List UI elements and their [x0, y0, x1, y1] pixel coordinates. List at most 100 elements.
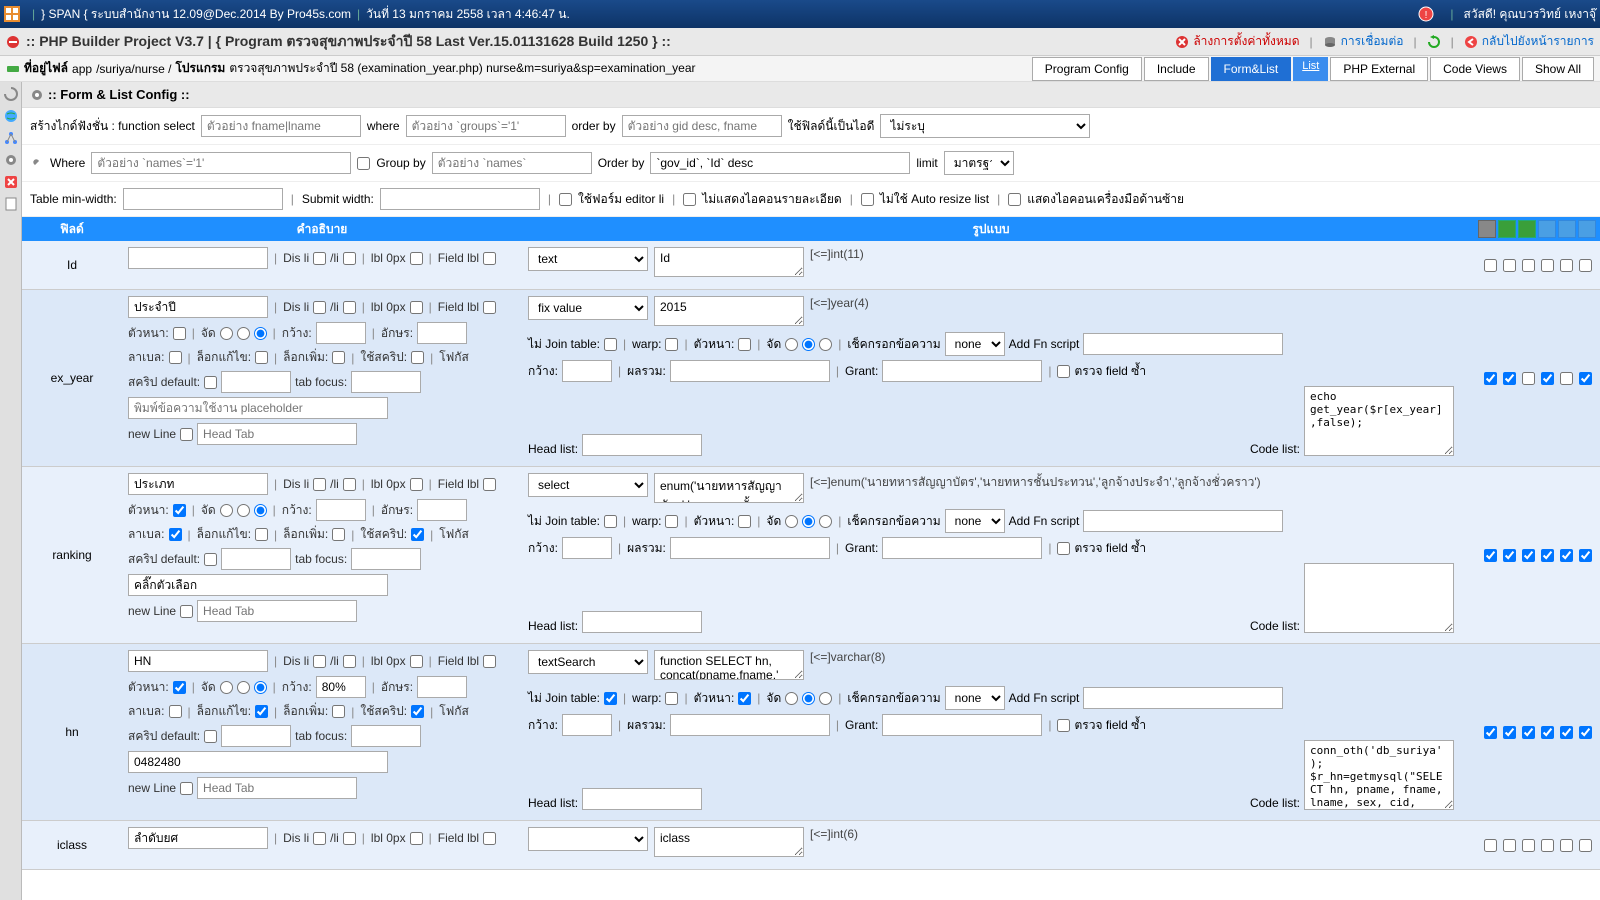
lockadd-check[interactable] [332, 528, 345, 541]
width2-input[interactable] [562, 360, 612, 382]
fieldlbl-check[interactable] [483, 478, 496, 491]
fieldlbl-check[interactable] [483, 832, 496, 845]
sum-input[interactable] [670, 360, 830, 382]
tab-include[interactable]: Include [1144, 57, 1209, 81]
nojoin-check[interactable] [604, 692, 617, 705]
row-check-2[interactable] [1522, 726, 1535, 739]
row-check-2[interactable] [1522, 259, 1535, 272]
back-link[interactable]: กลับไปยังหน้ารายการ [1482, 32, 1594, 51]
align2-left-radio[interactable] [785, 692, 798, 705]
width-input[interactable] [316, 676, 366, 698]
nojoin-check[interactable] [604, 515, 617, 528]
tabfocus-input[interactable] [351, 548, 421, 570]
header-copy-icon[interactable] [1558, 220, 1576, 238]
li-check[interactable] [343, 301, 356, 314]
desc-input[interactable] [128, 650, 268, 672]
disli-check[interactable] [313, 832, 326, 845]
align2-center-radio[interactable] [802, 692, 815, 705]
width-input[interactable] [316, 499, 366, 521]
disli-check[interactable] [313, 252, 326, 265]
label-check[interactable] [169, 351, 182, 364]
addfn-input[interactable] [1083, 510, 1283, 532]
lockadd-check[interactable] [332, 351, 345, 364]
tab-form-list[interactable]: Form&List [1211, 57, 1292, 81]
row-check-1[interactable] [1503, 726, 1516, 739]
align-right-radio[interactable] [254, 681, 267, 694]
type-select[interactable]: select [528, 473, 648, 497]
align2-center-radio[interactable] [802, 338, 815, 351]
header-tool-icon[interactable] [1478, 220, 1496, 238]
groupby-input[interactable] [432, 152, 592, 174]
checkdup-check[interactable] [1057, 542, 1070, 555]
align2-center-radio[interactable] [802, 515, 815, 528]
tabfocus-input[interactable] [351, 725, 421, 747]
placeholder-input[interactable] [128, 397, 388, 419]
bold2-check[interactable] [738, 515, 751, 528]
newline-check[interactable] [180, 605, 193, 618]
align-left-radio[interactable] [220, 504, 233, 517]
scriptdef-check[interactable] [204, 730, 217, 743]
db-icon[interactable] [1323, 35, 1337, 49]
header-list-icon[interactable] [1538, 220, 1556, 238]
refresh-icon[interactable] [1427, 35, 1441, 49]
row-check-1[interactable] [1503, 549, 1516, 562]
grant-input[interactable] [882, 360, 1042, 382]
script-check[interactable] [411, 351, 424, 364]
bold-check[interactable] [173, 327, 186, 340]
stop-icon[interactable] [6, 35, 20, 49]
row-check-0[interactable] [1484, 726, 1497, 739]
field-textarea[interactable]: Id [654, 247, 804, 277]
row-check-0[interactable] [1484, 839, 1497, 852]
align2-right-radio[interactable] [819, 338, 832, 351]
align2-left-radio[interactable] [785, 515, 798, 528]
li-check[interactable] [343, 252, 356, 265]
header-edit-icon[interactable] [1518, 220, 1536, 238]
header-doc-icon[interactable] [1578, 220, 1596, 238]
align-left-radio[interactable] [220, 327, 233, 340]
lockedit-check[interactable] [255, 351, 268, 364]
codelist-textarea[interactable] [1304, 563, 1454, 633]
desc-input[interactable] [128, 827, 268, 849]
row-check-4[interactable] [1560, 839, 1573, 852]
field-textarea[interactable]: 2015 [654, 296, 804, 326]
placeholder-input[interactable] [128, 751, 388, 773]
editor-li-check[interactable] [559, 193, 572, 206]
align2-left-radio[interactable] [785, 338, 798, 351]
fieldlbl-check[interactable] [483, 655, 496, 668]
header-add-icon[interactable] [1498, 220, 1516, 238]
row-check-4[interactable] [1560, 372, 1573, 385]
placeholder-input[interactable] [128, 574, 388, 596]
row-check-1[interactable] [1503, 372, 1516, 385]
row-check-3[interactable] [1541, 726, 1554, 739]
fn-select-input[interactable] [201, 115, 361, 137]
disli-check[interactable] [313, 478, 326, 491]
script-check[interactable] [411, 528, 424, 541]
cancel-icon[interactable] [1175, 35, 1189, 49]
row-check-1[interactable] [1503, 839, 1516, 852]
warp-check[interactable] [665, 692, 678, 705]
alert-icon[interactable]: ! [1418, 6, 1434, 22]
scriptdef-input[interactable] [221, 548, 291, 570]
align-center-radio[interactable] [237, 504, 250, 517]
desc-input[interactable] [128, 247, 268, 269]
align-center-radio[interactable] [237, 681, 250, 694]
row-check-2[interactable] [1522, 549, 1535, 562]
side-refresh-icon[interactable] [3, 86, 19, 102]
row-check-5[interactable] [1579, 372, 1592, 385]
width2-input[interactable] [562, 537, 612, 559]
side-delete-icon[interactable] [3, 174, 19, 190]
groupby-check[interactable] [357, 157, 370, 170]
disli-check[interactable] [313, 301, 326, 314]
align2-right-radio[interactable] [819, 692, 832, 705]
type-select[interactable]: textSearch [528, 650, 648, 674]
chars-input[interactable] [417, 322, 467, 344]
submitwidth-input[interactable] [380, 188, 540, 210]
row-check-1[interactable] [1503, 259, 1516, 272]
bold-check[interactable] [173, 681, 186, 694]
type-select[interactable] [528, 827, 648, 851]
grant-input[interactable] [882, 714, 1042, 736]
orderby2-input[interactable] [650, 152, 910, 174]
tab-program-config[interactable]: Program Config [1032, 57, 1142, 81]
label-check[interactable] [169, 528, 182, 541]
align-right-radio[interactable] [254, 327, 267, 340]
